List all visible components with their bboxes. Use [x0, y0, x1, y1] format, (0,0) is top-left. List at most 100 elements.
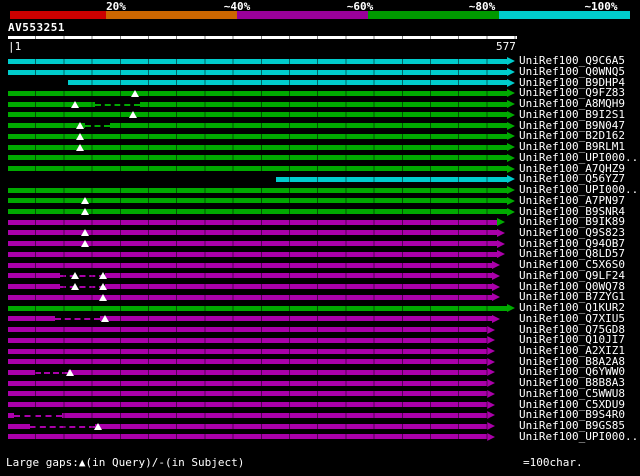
hit-arrow-icon	[507, 186, 515, 195]
hit-arrow-icon	[507, 78, 515, 87]
subject-gap-dashes	[35, 369, 68, 375]
hit-arrow-icon	[507, 132, 515, 141]
hit-arrow-icon	[486, 336, 495, 345]
hit-bar[interactable]	[8, 402, 487, 408]
query-gap-triangle-icon	[99, 283, 108, 291]
hit-bar[interactable]	[8, 155, 507, 161]
hit-arrow-icon	[486, 389, 495, 398]
subject-gap-dash-line	[95, 103, 141, 106]
subject-gap-dash-line	[35, 371, 68, 374]
hit-arrow-icon	[497, 218, 506, 227]
hit-bar[interactable]	[8, 305, 507, 311]
hit-bar[interactable]	[8, 112, 507, 118]
hit-arrow-icon	[507, 153, 515, 162]
hit-arrow-icon	[507, 196, 515, 205]
query-gap-triangle-icon	[76, 122, 85, 130]
identity-scale-segment	[106, 11, 237, 19]
query-gap-triangle-icon	[80, 240, 89, 248]
query-gap-triangle-icon	[70, 100, 79, 108]
hit-arrow-icon	[507, 68, 515, 77]
subject-gap-dash-line	[54, 318, 101, 321]
ruler-start-label: |1	[8, 40, 22, 53]
hit-bar[interactable]	[8, 90, 507, 96]
hit-arrow-icon	[507, 100, 515, 109]
query-gap-triangle-icon	[93, 422, 102, 430]
query-gap-triangle-icon	[128, 111, 137, 119]
hit-arrow-icon	[507, 143, 515, 152]
hit-arrow-icon	[492, 271, 501, 280]
hit-bar[interactable]	[8, 251, 498, 257]
hit-arrow-icon	[497, 239, 506, 248]
hit-arrow-icon	[486, 422, 495, 431]
subject-gap-dash-line	[30, 425, 96, 428]
hit-arrow-icon	[492, 314, 501, 323]
hit-bar[interactable]	[8, 187, 507, 193]
hit-bar[interactable]	[8, 348, 487, 354]
query-gap-triangle-icon	[99, 293, 108, 301]
hit-bar[interactable]	[8, 380, 487, 386]
query-gap-triangle-icon	[76, 132, 85, 140]
hit-bar[interactable]	[8, 219, 498, 225]
hit-bar[interactable]	[8, 69, 507, 75]
hit-bar[interactable]	[8, 337, 487, 343]
hit-bar[interactable]	[8, 327, 487, 333]
query-gap-triangle-icon	[99, 272, 108, 280]
scalebar-label: =100char.	[523, 456, 583, 469]
query-name: AV553251	[8, 21, 65, 34]
hit-arrow-icon	[507, 57, 515, 66]
hit-label[interactable]: UniRef100_UPI000..	[519, 430, 638, 443]
query-gap-triangle-icon	[70, 283, 79, 291]
hit-bar[interactable]	[8, 359, 487, 365]
query-gap-triangle-icon	[80, 229, 89, 237]
hit-bar[interactable]	[8, 58, 507, 64]
query-ruler	[8, 36, 517, 39]
hit-bar[interactable]	[8, 262, 493, 268]
query-gap-triangle-icon	[65, 368, 74, 376]
subject-gap-dash-line	[14, 414, 62, 417]
query-gap-triangle-icon	[80, 208, 89, 216]
subject-gap-dashes	[54, 316, 101, 322]
hit-arrow-icon	[486, 379, 495, 388]
hit-bar[interactable]	[8, 434, 487, 440]
hit-arrow-icon	[486, 400, 495, 409]
hit-arrow-icon	[507, 110, 515, 119]
hit-bar[interactable]	[8, 166, 507, 172]
subject-gap-dashes	[30, 423, 96, 429]
subject-gap-dashes	[85, 123, 111, 129]
hit-arrow-icon	[507, 89, 515, 98]
hit-arrow-icon	[486, 368, 495, 377]
hit-arrow-icon	[507, 304, 515, 313]
query-gap-triangle-icon	[100, 315, 109, 323]
hit-arrow-icon	[486, 325, 495, 334]
hit-arrow-icon	[486, 357, 495, 366]
identity-scale-label: ~100%	[584, 0, 618, 13]
identity-scale-label: ~80%	[468, 0, 496, 13]
query-gap-triangle-icon	[80, 197, 89, 205]
hit-arrow-icon	[486, 432, 495, 441]
identity-scale-segment	[10, 11, 106, 19]
hit-bar[interactable]	[8, 294, 493, 300]
hit-bar[interactable]	[275, 176, 507, 182]
hit-arrow-icon	[507, 175, 515, 184]
hit-arrow-icon	[507, 121, 515, 130]
subject-gap-dashes	[95, 101, 141, 107]
hit-arrow-icon	[507, 164, 515, 173]
ruler-end-label: 577	[496, 40, 516, 53]
hit-bar[interactable]	[8, 412, 487, 418]
hit-arrow-icon	[492, 293, 501, 302]
hit-arrow-icon	[497, 250, 506, 259]
hit-bar[interactable]	[8, 101, 507, 107]
hit-arrow-icon	[486, 347, 495, 355]
query-gap-triangle-icon	[70, 272, 79, 280]
query-gap-triangle-icon	[76, 143, 85, 151]
hit-bar[interactable]	[8, 369, 487, 375]
hit-bar[interactable]	[8, 391, 487, 397]
hit-arrow-icon	[492, 261, 501, 270]
gaps-legend: Large gaps:▲(in Query)/-(in Subject)	[6, 456, 245, 469]
hit-bar[interactable]	[67, 80, 507, 86]
hit-arrow-icon	[507, 207, 515, 216]
subject-gap-dashes	[14, 412, 62, 418]
query-gap-triangle-icon	[130, 89, 139, 97]
blast-graphic-overview: 20% ~40% ~60% ~80% ~100% AV553251 |1 577 Uni…	[0, 0, 640, 476]
hit-arrow-icon	[486, 411, 495, 420]
